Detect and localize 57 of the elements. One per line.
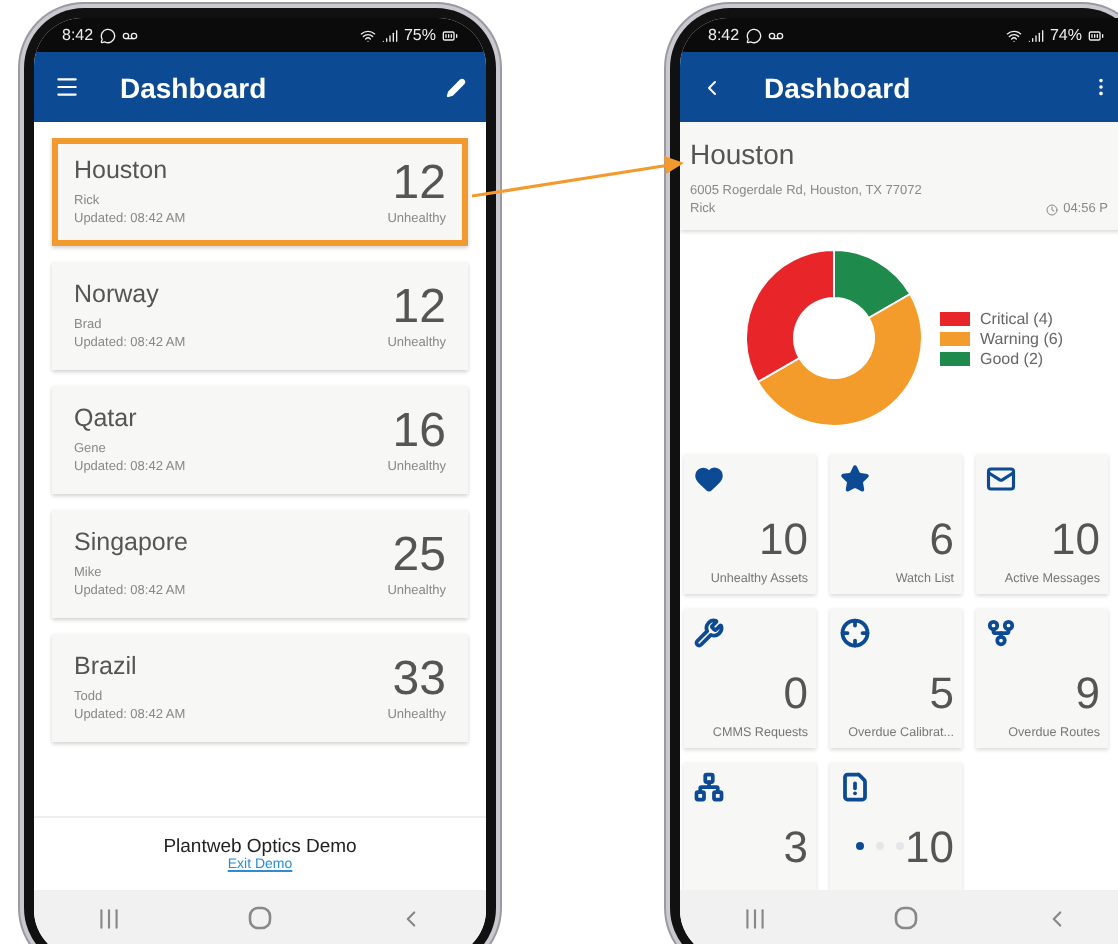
unhealthy-count: 16	[392, 405, 446, 457]
tile-count: 10	[759, 516, 808, 564]
unhealthy-count: 25	[392, 529, 446, 581]
recent-apps-button[interactable]	[96, 906, 123, 932]
tile-count: 3	[783, 824, 808, 872]
tile-count: 9	[1075, 670, 1100, 718]
battery-percent: 75%	[403, 26, 436, 44]
home-button[interactable]	[893, 906, 918, 930]
chat-icon	[745, 27, 762, 43]
legend-label: Critical (4)	[980, 309, 1053, 327]
heart-icon	[694, 464, 724, 494]
tile-count: 10	[905, 824, 954, 872]
star-icon	[840, 464, 870, 494]
edit-button[interactable]	[446, 77, 466, 97]
chat-icon	[99, 27, 116, 43]
menu-button[interactable]	[54, 74, 80, 100]
site-name: Houston	[74, 156, 168, 184]
app-bar-title: Dashboard	[764, 71, 913, 103]
tools-icon	[694, 618, 724, 648]
site-name: Brazil	[74, 652, 137, 680]
wifi-icon	[1005, 27, 1022, 43]
footer-title: Plantweb Optics Demo	[163, 836, 357, 858]
site-name: Qatar	[74, 404, 137, 432]
clock-icon	[1045, 203, 1058, 215]
battery-percent: 74%	[1049, 26, 1082, 44]
tile-count: 0	[783, 670, 808, 718]
status-time: 8:42	[708, 26, 740, 44]
target-icon	[840, 618, 870, 648]
stat-tile[interactable]: 3	[684, 762, 816, 890]
unhealthy-count: 12	[392, 281, 446, 333]
recent-apps-button[interactable]	[742, 906, 769, 932]
stat-tile[interactable]: 10	[830, 762, 962, 890]
document-alert-icon	[840, 772, 870, 802]
voicemail-icon	[121, 27, 138, 43]
battery-icon	[442, 27, 458, 43]
legend-label: Good (2)	[980, 349, 1044, 367]
unhealthy-count: 12	[392, 157, 446, 209]
tile-count: 5	[929, 670, 954, 718]
status-time: 8:42	[62, 26, 94, 44]
wifi-icon	[359, 27, 376, 43]
page-dot[interactable]	[856, 842, 864, 850]
site-name: Norway	[74, 280, 159, 308]
voicemail-icon	[767, 27, 784, 43]
app-bar-title: Dashboard	[120, 71, 269, 103]
site-name: Singapore	[74, 528, 188, 556]
signal-icon	[381, 27, 398, 43]
route-icon	[986, 618, 1016, 648]
battery-icon	[1088, 27, 1104, 43]
unhealthy-count: 33	[392, 653, 446, 705]
envelope-icon	[986, 464, 1016, 494]
signal-icon	[1027, 27, 1044, 43]
hierarchy-icon	[694, 772, 724, 802]
tile-count: 6	[929, 516, 954, 564]
legend-label: Warning (6)	[980, 329, 1063, 347]
home-button[interactable]	[247, 906, 272, 930]
site-name: Houston	[690, 138, 797, 170]
tile-count: 10	[1051, 516, 1100, 564]
